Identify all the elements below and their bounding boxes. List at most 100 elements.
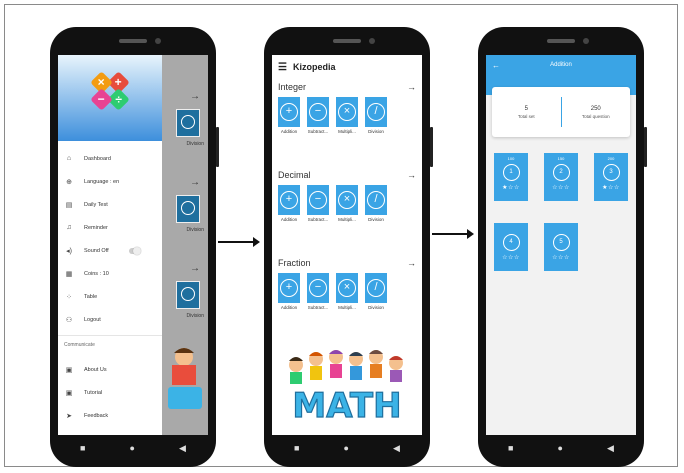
op-symbol-icon: + <box>280 191 298 209</box>
op-label: Addition <box>280 129 298 134</box>
drawer-item-label: Tutorial <box>84 389 103 396</box>
side-button <box>216 127 219 167</box>
section-header[interactable]: Fraction → <box>272 255 422 271</box>
op-tile-box: + <box>278 97 300 127</box>
flow-arrow <box>432 229 474 239</box>
back-button[interactable]: ◀ <box>607 443 614 454</box>
drawer-item-logout[interactable]: ⚇ Logout <box>58 308 162 331</box>
op-tile-box: × <box>336 185 358 215</box>
drawer-item-label: Feedback <box>84 412 109 419</box>
op-tile-subtract[interactable]: − Subtract... <box>307 273 329 310</box>
op-symbol-icon: − <box>309 279 327 297</box>
level-tile-4[interactable]: 4 ☆☆☆ <box>494 223 528 271</box>
division-label-behind: Division <box>186 227 204 233</box>
front-camera <box>583 38 589 44</box>
section-title: Decimal <box>278 170 311 180</box>
level-tile-3[interactable]: 200 3 ★☆☆ <box>594 153 628 201</box>
star-rating-icon: ☆☆☆ <box>502 255 520 261</box>
op-tile-multipli[interactable]: × Multipli... <box>336 185 358 222</box>
section-header[interactable]: Decimal → <box>272 167 422 183</box>
op-label: Multipli... <box>338 129 356 134</box>
drawer-item-reminder[interactable]: ♫ Reminder <box>58 216 162 239</box>
op-label: Division <box>368 305 384 310</box>
back-button[interactable]: ◀ <box>179 443 186 454</box>
arrow-right-icon[interactable]: → <box>407 258 416 268</box>
op-tile-box: × <box>336 273 358 303</box>
star-rating-icon: ★☆☆ <box>502 185 520 191</box>
arrow-right-icon[interactable]: → <box>407 170 416 180</box>
drawer-header: + × ÷ − <box>58 55 162 141</box>
level-question-count <box>544 226 578 232</box>
level-tile-1[interactable]: 100 1 ★☆☆ <box>494 153 528 201</box>
op-tile-division[interactable]: / Division <box>365 185 387 222</box>
hamburger-menu-icon[interactable]: ☰ <box>278 62 287 73</box>
arrow-right-icon: → <box>190 177 200 188</box>
tutorial-icon: ▣ <box>65 389 73 397</box>
home-screen: ☰ Kizopedia Integer → + Addition − Subtract..… <box>272 55 422 435</box>
level-number: 3 <box>602 164 620 181</box>
back-button[interactable]: ◀ <box>393 443 400 454</box>
op-tile-multipli[interactable]: × Multipli... <box>336 273 358 310</box>
op-tile-addition[interactable]: + Addition <box>278 185 300 222</box>
flow-arrow <box>218 237 260 247</box>
drawer-item-label: Daily Test <box>84 201 108 208</box>
coins-icon: ▦ <box>65 270 73 278</box>
op-label: Division <box>368 129 384 134</box>
stat-value: 5 <box>524 105 528 112</box>
drawer-item-sound-off[interactable]: ◂) Sound Off <box>58 239 162 262</box>
op-tile-multipli[interactable]: × Multipli... <box>336 97 358 134</box>
recent-apps-button[interactable]: ■ <box>294 443 299 453</box>
drawer-item-tutorial[interactable]: ▣ Tutorial <box>58 381 162 404</box>
op-tile-box: / <box>365 273 387 303</box>
op-tile-box: + <box>278 185 300 215</box>
op-label: Multipli... <box>338 305 356 310</box>
op-symbol-icon: / <box>367 191 385 209</box>
system-navbar: ■ ● ◀ <box>58 437 208 459</box>
section-header[interactable]: Integer → <box>272 79 422 95</box>
level-tile-5[interactable]: 5 ☆☆☆ <box>544 223 578 271</box>
globe-icon: ⊕ <box>66 178 72 186</box>
level-tile-2[interactable]: 150 2 ☆☆☆ <box>544 153 578 201</box>
op-tile-subtract[interactable]: − Subtract... <box>307 97 329 134</box>
star-rating-icon: ☆☆☆ <box>552 185 570 191</box>
op-symbol-icon: − <box>309 191 327 209</box>
speaker-grille <box>119 39 147 43</box>
drawer-item-table[interactable]: ⁘ Table <box>58 285 162 308</box>
op-label: Subtract... <box>307 217 329 222</box>
op-tile-box: − <box>307 273 329 303</box>
stat-total-question: 250 Total question <box>562 106 631 119</box>
op-tile-subtract[interactable]: − Subtract... <box>307 185 329 222</box>
drawer-item-label: Sound Off <box>84 247 109 254</box>
section-title: Integer <box>278 82 307 92</box>
recent-apps-button[interactable]: ■ <box>508 443 513 453</box>
op-label: Multipli... <box>338 217 356 222</box>
communicate-heading: Communicate <box>64 342 95 348</box>
recent-apps-button[interactable]: ■ <box>80 443 85 453</box>
operation-tiles: + Addition − Subtract... × Multipli... / Divisi… <box>272 183 422 222</box>
sound-toggle[interactable] <box>128 246 141 255</box>
op-tile-division[interactable]: / Division <box>365 97 387 134</box>
communicate-menu: ▣ About Us ▣ Tutorial ➤ Feedback <box>58 352 162 427</box>
op-tile-division[interactable]: / Division <box>365 273 387 310</box>
home-button[interactable]: ● <box>130 443 135 453</box>
drawer-item-feedback[interactable]: ➤ Feedback <box>58 404 162 427</box>
home-button[interactable]: ● <box>558 443 563 453</box>
drawer-item-daily-test[interactable]: ▤ Daily Test <box>58 193 162 216</box>
drawer-item-about-us[interactable]: ▣ About Us <box>58 358 162 381</box>
drawer-divider <box>58 335 162 336</box>
op-tile-box: / <box>365 97 387 127</box>
drawer-screen: → Division → Division → Division + × ÷ − <box>58 55 208 435</box>
op-tile-addition[interactable]: + Addition <box>278 273 300 310</box>
drawer-menu: ⌂ Dashboard ⊕ Language : en ▤ Daily Test ♫ Remi… <box>58 141 162 331</box>
drawer-item-coins[interactable]: ▦ Coins : 10 <box>58 262 162 285</box>
arrow-right-icon[interactable]: → <box>407 82 416 92</box>
op-symbol-icon: × <box>338 191 356 209</box>
bell-icon: ♫ <box>66 224 72 231</box>
drawer-item-language-en[interactable]: ⊕ Language : en <box>58 170 162 193</box>
level-question-count: 150 <box>557 156 565 161</box>
home-button[interactable]: ● <box>344 443 349 453</box>
drawer-item-dashboard[interactable]: ⌂ Dashboard <box>58 147 162 170</box>
drawer-item-label: Dashboard <box>84 155 111 162</box>
op-tile-addition[interactable]: + Addition <box>278 97 300 134</box>
app-title: Kizopedia <box>292 62 336 72</box>
